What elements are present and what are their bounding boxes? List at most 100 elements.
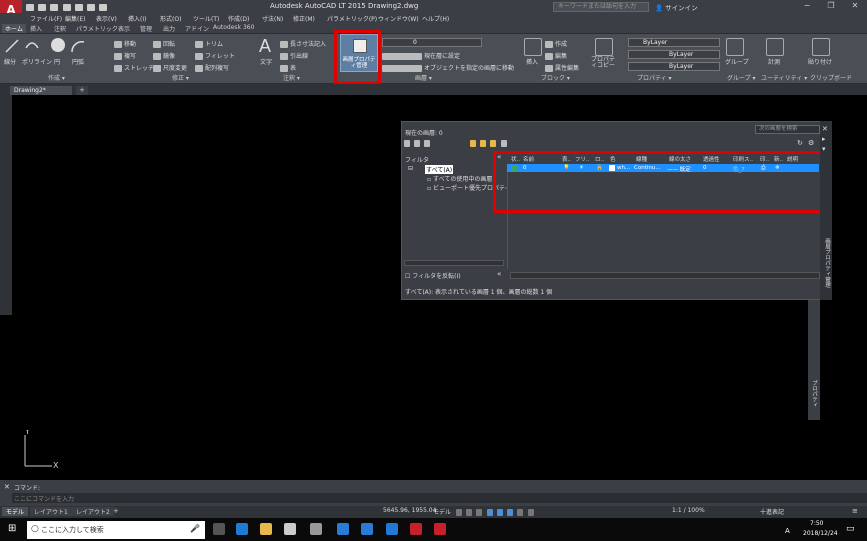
paste-icon[interactable] (812, 38, 830, 56)
annotation-panel-title[interactable]: 注釈 ▾ (283, 73, 300, 82)
menu-tools[interactable]: ツール(T) (193, 14, 219, 23)
layout-tab-2[interactable]: レイアウト2 (72, 507, 114, 516)
menu-edit[interactable]: 編集(E) (65, 14, 85, 23)
command-close-icon[interactable]: ✕ (4, 483, 10, 491)
close-button[interactable]: ✕ (843, 0, 867, 13)
new-group-filter-icon[interactable] (414, 139, 421, 147)
collapse-filter-icon-bottom[interactable]: « (497, 270, 501, 278)
menu-format[interactable]: 形式(O) (160, 14, 181, 23)
lineweight-dropdown[interactable]: ByLayer (628, 62, 720, 71)
menu-window[interactable]: ウィンドウ(W) (378, 14, 419, 23)
menu-insert[interactable]: 挿入(I) (128, 14, 146, 23)
open-icon[interactable] (38, 3, 47, 11)
annotation-scale[interactable]: 1:1 / 100% (672, 507, 705, 514)
draw-panel-title[interactable]: 作成 ▾ (48, 73, 65, 82)
tab-home[interactable]: ホーム (2, 24, 26, 33)
document-tab[interactable]: Drawing2* (10, 86, 72, 95)
layer-search-input[interactable]: 次の画層を検索 (755, 125, 820, 134)
measure-icon[interactable] (766, 38, 784, 56)
ortho-icon[interactable] (476, 508, 483, 516)
table-tool[interactable]: 表 (280, 63, 296, 72)
store-icon[interactable] (310, 523, 322, 535)
linear-dim-tool[interactable]: 長さ寸法記入 (280, 39, 326, 48)
print-icon[interactable] (74, 3, 83, 11)
model-space-button[interactable]: モデル (433, 507, 451, 516)
windows-start-icon[interactable]: ⊞ (8, 523, 16, 534)
new-tab-button[interactable]: + (76, 86, 88, 95)
microphone-icon[interactable]: 🎤 (190, 524, 200, 533)
autohide-icon[interactable]: ▸ (822, 135, 826, 143)
new-vp-layer-icon[interactable] (480, 139, 487, 147)
create-block-tool[interactable]: 作成 (545, 39, 567, 48)
tab-addins[interactable]: アドイン (185, 24, 209, 33)
mail-icon[interactable] (284, 523, 296, 535)
fillet-tool[interactable]: フィレット (195, 51, 235, 60)
restore-button[interactable]: ❐ (819, 0, 843, 13)
minimize-button[interactable]: − (795, 0, 819, 13)
set-current-layer-icon[interactable] (500, 139, 507, 147)
refresh-icon[interactable]: ↻ (797, 139, 803, 147)
move-tool[interactable]: 移動 (114, 39, 136, 48)
taskbar-search[interactable]: ここに入力して検索 (27, 521, 205, 539)
transparency-icon[interactable] (527, 508, 534, 516)
text-icon[interactable]: A (259, 36, 271, 57)
edit-block-tool[interactable]: 編集 (545, 51, 567, 60)
edge-icon[interactable] (236, 523, 248, 535)
color-dropdown[interactable]: ByLayer (628, 38, 720, 47)
array-tool[interactable]: 配列複写 (195, 63, 229, 72)
match-properties-icon[interactable] (595, 38, 613, 56)
layer-dropdown[interactable]: 0 (382, 38, 482, 47)
linetype-dropdown[interactable]: ByLayer (628, 50, 720, 59)
attr-edit-tool[interactable]: 属性編集 (545, 63, 579, 72)
ime-mode[interactable]: A (785, 527, 790, 535)
menu-help[interactable]: ヘルプ(H) (422, 14, 449, 23)
tab-manage[interactable]: 管理 (140, 24, 152, 33)
tree-expand-icon[interactable]: ⊟ (408, 165, 413, 172)
filter-toolbar[interactable] (404, 139, 434, 147)
clock-time[interactable]: 7:50 (810, 520, 823, 527)
tab-annotate[interactable]: 注釈 (54, 24, 66, 33)
add-layout-button[interactable]: + (113, 507, 119, 515)
invert-filter-checkbox[interactable]: ☐ フィルタを反転(I) (405, 271, 461, 280)
trim-tool[interactable]: トリム (195, 39, 223, 48)
quick-access-toolbar[interactable] (26, 3, 126, 11)
save-as-icon[interactable] (62, 3, 71, 11)
rotate-tool[interactable]: 回転 (153, 39, 175, 48)
new-property-filter-icon[interactable] (404, 139, 410, 147)
save-icon[interactable] (50, 3, 59, 11)
layer-toolbar[interactable] (470, 139, 520, 147)
menu-modify[interactable]: 修正(M) (293, 14, 315, 23)
signin-button[interactable]: 👤 サインイン (655, 2, 698, 12)
layer-list-hscrollbar[interactable] (510, 272, 820, 279)
line-tool[interactable] (4, 38, 20, 54)
block-panel-title[interactable]: ブロック ▾ (541, 73, 570, 82)
undo-icon[interactable] (87, 3, 96, 11)
scale-tool[interactable]: 尺度変更 (153, 63, 187, 72)
redo-icon[interactable] (99, 3, 108, 11)
notification-icon[interactable]: ▭ (846, 524, 855, 534)
tab-view[interactable]: 表示 (118, 24, 130, 33)
delete-layer-icon[interactable] (490, 139, 497, 147)
modify-panel-title[interactable]: 修正 ▾ (172, 73, 189, 82)
ie-icon[interactable] (386, 523, 398, 535)
tree-hscrollbar[interactable] (404, 260, 504, 266)
autocad-taskbar-icon-2[interactable] (434, 523, 446, 535)
leader-tool[interactable]: 引出線 (280, 51, 308, 60)
otrack-icon[interactable] (507, 508, 514, 516)
osnap-icon[interactable] (496, 508, 503, 516)
units-button[interactable]: 十進表記 (760, 507, 784, 516)
app-icon-1[interactable] (337, 523, 349, 535)
clock-date[interactable]: 2018/12/24 (803, 530, 838, 537)
tab-autodesk360[interactable]: Autodesk 360 (213, 24, 254, 31)
layout-tab-model[interactable]: モデル (2, 507, 29, 516)
new-icon[interactable] (26, 3, 34, 11)
layers-panel-title[interactable]: 画層 ▾ (415, 73, 432, 82)
help-search-input[interactable]: キーワードまたは語句を入力 (553, 2, 649, 12)
lineweight-icon[interactable] (517, 508, 524, 516)
set-current-tool[interactable]: 現在層に設定 (382, 51, 460, 60)
settings-icon[interactable]: ⚙ (808, 139, 814, 147)
properties-menu-icon[interactable]: ▾ (822, 145, 826, 153)
copy-tool[interactable]: 複写 (114, 51, 136, 60)
media-icon[interactable] (361, 523, 373, 535)
menu-draw[interactable]: 作成(D) (228, 14, 249, 23)
